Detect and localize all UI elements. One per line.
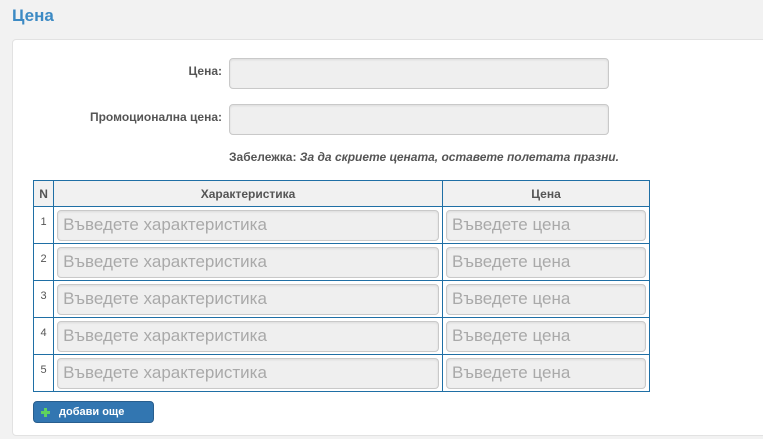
table-row: 5 xyxy=(32,354,651,392)
note: Забележка: За да скриете ценaта, оставет… xyxy=(229,150,619,164)
feature-input[interactable] xyxy=(57,320,439,352)
feature-price-input[interactable] xyxy=(445,283,646,315)
feature-cell xyxy=(53,206,443,244)
price-cell xyxy=(441,206,651,244)
add-more-label: добави още xyxy=(59,406,125,418)
row-number: 2 xyxy=(32,243,55,281)
price-input[interactable] xyxy=(229,58,609,89)
feature-cell xyxy=(53,317,443,355)
feature-price-input[interactable] xyxy=(445,246,646,278)
price-cell xyxy=(441,354,651,392)
feature-input[interactable] xyxy=(57,357,439,389)
feature-price-input[interactable] xyxy=(445,357,646,389)
table-row: 3 xyxy=(32,280,651,318)
feature-input[interactable] xyxy=(57,246,439,278)
features-table: N Характеристика Цена 1 2 xyxy=(32,180,651,392)
row-number: 4 xyxy=(32,317,55,355)
header-price: Цена xyxy=(441,180,651,207)
add-more-button[interactable]: добави още xyxy=(33,401,154,423)
table-header-row: N Характеристика Цена xyxy=(32,180,651,207)
row-number: 3 xyxy=(32,280,55,318)
promo-price-label: Промоционална цена: xyxy=(89,110,222,124)
plus-icon xyxy=(41,407,50,417)
note-text: За да скриете ценaта, оставете полетата … xyxy=(299,150,619,164)
section-title: Цена xyxy=(12,6,54,25)
price-panel: Цена: Промоционална цена: Забележка: За … xyxy=(12,39,763,436)
table-row: 1 xyxy=(32,206,651,244)
note-label: Забележка: xyxy=(229,150,297,164)
header-num: N xyxy=(32,180,55,207)
table-row: 4 xyxy=(32,317,651,355)
promo-price-input[interactable] xyxy=(229,104,609,135)
row-number: 5 xyxy=(32,354,55,392)
price-cell xyxy=(441,280,651,318)
feature-price-input[interactable] xyxy=(445,209,646,241)
feature-price-input[interactable] xyxy=(445,320,646,352)
feature-cell xyxy=(53,280,443,318)
table-row: 2 xyxy=(32,243,651,281)
feature-cell xyxy=(53,243,443,281)
header-feature: Характеристика xyxy=(53,180,443,207)
row-number: 1 xyxy=(32,206,55,244)
feature-input[interactable] xyxy=(57,283,439,315)
feature-cell xyxy=(53,354,443,392)
price-cell xyxy=(441,243,651,281)
price-label: Цена: xyxy=(188,64,222,78)
price-cell xyxy=(441,317,651,355)
feature-input[interactable] xyxy=(57,209,439,241)
